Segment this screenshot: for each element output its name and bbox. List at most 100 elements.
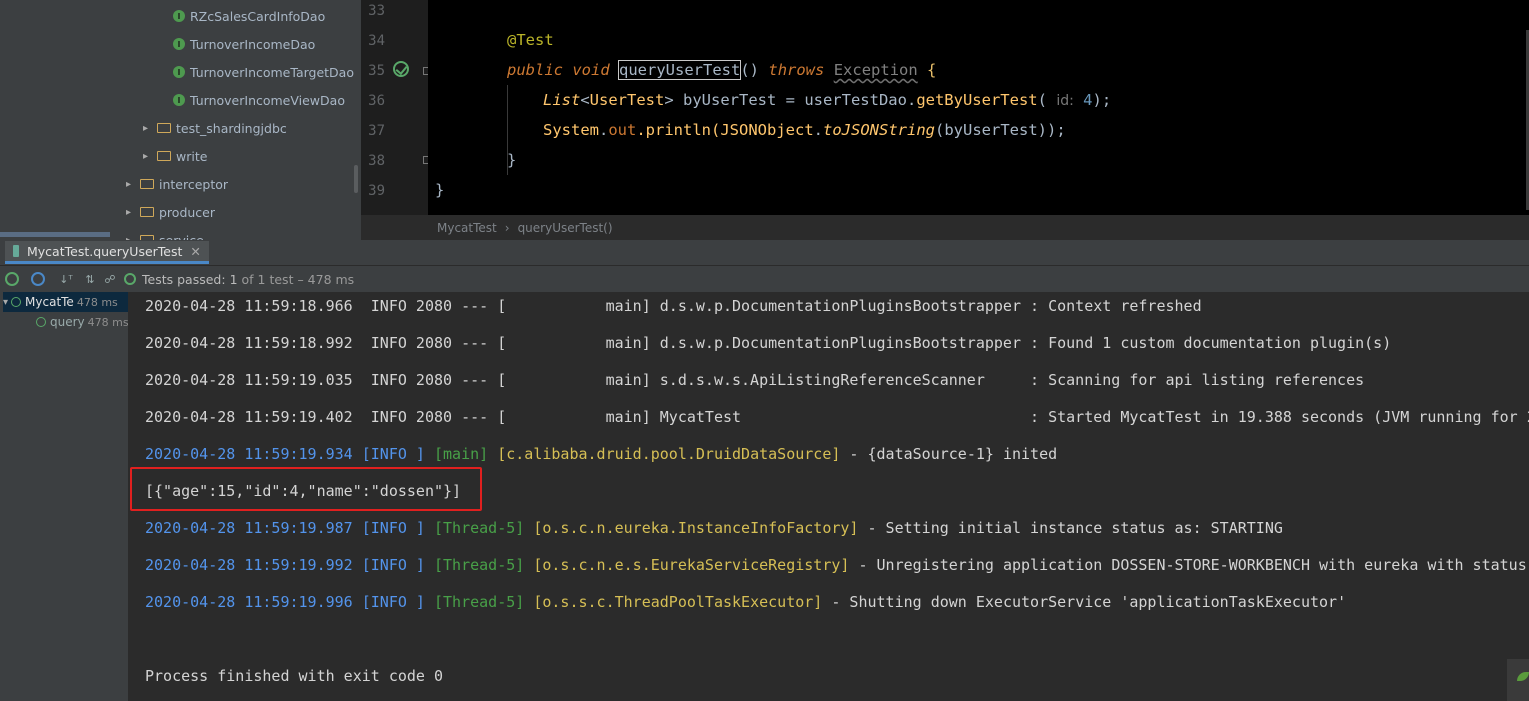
generic-type-token: UserTest <box>589 91 665 109</box>
test-root-duration: 478 ms <box>76 295 118 309</box>
code-token: (byUserTest)); <box>935 121 1066 139</box>
tree-item-label: TurnoverIncomeViewDao <box>190 92 345 108</box>
breadcrumb-method[interactable]: queryUserTest() <box>518 221 613 235</box>
tree-folder-write[interactable]: ▸ write <box>143 144 207 168</box>
param-hint: id: <box>1056 93 1074 109</box>
close-icon[interactable]: ✕ <box>190 244 200 259</box>
log-level: [INFO ] <box>361 445 425 463</box>
number-token: 4 <box>1083 91 1093 109</box>
method-call-token: .println( <box>636 121 721 139</box>
method-name-token: queryUserTest <box>618 60 742 80</box>
static-method-token: toJSONString <box>823 121 935 139</box>
log-time: 2020-04-28 11:59:19.996 <box>145 593 353 611</box>
paren-token: ( <box>1037 91 1047 109</box>
log-line: 2020-04-28 11:59:19.992 [INFO ] [Thread-… <box>145 556 1527 574</box>
tests-passed-count: 1 <box>229 271 238 287</box>
log-thread: [Thread-5] <box>434 519 525 537</box>
log-line: 2020-04-28 11:59:19.996 [INFO ] [Thread-… <box>145 593 1346 611</box>
log-level: [INFO ] <box>361 556 425 574</box>
passed-icon <box>36 317 46 327</box>
line-number: 39 <box>368 183 385 199</box>
log-logger: [o.s.c.n.eureka.InstanceInfoFactory] <box>533 519 859 537</box>
chevron-right-icon[interactable]: ▸ <box>126 179 138 190</box>
log-logger: [o.s.c.n.e.s.EurekaServiceRegistry] <box>533 556 850 574</box>
tree-item-turnoverincomeviewdao[interactable]: I TurnoverIncomeViewDao <box>173 88 345 112</box>
field-token: out <box>608 121 637 139</box>
tree-horizontal-scrollbar[interactable] <box>0 232 110 237</box>
tree-item-label: test_shardingjdbc <box>176 120 287 136</box>
test-tree-child[interactable]: query 478 ms <box>36 312 128 332</box>
log-message: - Setting initial instance status as: ST… <box>858 519 1283 537</box>
sort-alpha-icon[interactable]: ↓ᵀ <box>58 271 74 287</box>
chevron-right-icon[interactable]: ▸ <box>126 207 138 218</box>
brace-token: { <box>927 61 937 79</box>
test-child-label: query <box>50 315 85 329</box>
sort-duration-icon[interactable]: ⇅ <box>82 271 98 287</box>
folder-icon <box>140 207 154 217</box>
tree-folder-producer[interactable]: ▸ producer <box>126 200 215 224</box>
generic-open-token: < <box>580 91 590 109</box>
code-token: ); <box>1092 91 1112 109</box>
rerun-icon[interactable] <box>4 271 20 287</box>
tree-item-label: TurnoverIncomeTargetDao <box>190 64 354 80</box>
chevron-right-icon[interactable]: ▸ <box>143 151 155 162</box>
folder-icon <box>140 179 154 189</box>
breadcrumb-separator: › <box>504 220 510 235</box>
tree-folder-test-shardingjdbc[interactable]: ▸ test_shardingjdbc <box>143 116 287 140</box>
breadcrumb-class[interactable]: MycatTest <box>437 221 497 235</box>
keyword-token: throws <box>768 61 825 79</box>
tree-folder-interceptor[interactable]: ▸ interceptor <box>126 172 228 196</box>
log-line: 2020-04-28 11:59:18.992 INFO 2080 --- [ … <box>145 334 1392 352</box>
tree-item-turnoverincometargetdao[interactable]: I TurnoverIncomeTargetDao <box>173 60 354 84</box>
code-token: byUserTest = userTestDao. <box>673 91 917 109</box>
log-level: [INFO ] <box>361 593 425 611</box>
link-icon[interactable]: ☍ <box>102 271 118 287</box>
line-number: 33 <box>368 3 385 19</box>
log-line: 2020-04-28 11:59:19.934 [INFO ] [main] [… <box>145 445 1057 463</box>
annotation-token: @Test <box>507 31 554 49</box>
tree-item-label: RZcSalesCardInfoDao <box>190 8 326 24</box>
interface-icon: I <box>173 94 185 106</box>
paren-token: () <box>740 61 760 79</box>
log-logger: [o.s.s.c.ThreadPoolTaskExecutor] <box>533 593 823 611</box>
chevron-down-icon[interactable]: ▾ <box>3 297 8 308</box>
class-token: System <box>543 121 599 139</box>
test-tree-root[interactable]: ▾ MycatTe 478 ms <box>3 292 128 312</box>
log-message: - Shutting down ExecutorService 'applica… <box>822 593 1347 611</box>
stop-icon[interactable] <box>30 271 46 287</box>
generic-close-token: > <box>664 91 674 109</box>
log-thread: [Thread-5] <box>434 593 525 611</box>
highlight-box <box>130 467 482 511</box>
tree-item-label: TurnoverIncomeDao <box>190 36 316 52</box>
exception-token: Exception <box>833 61 918 79</box>
tree-folder-service[interactable]: ▸ service <box>126 228 204 240</box>
log-message: - {dataSource-1} inited <box>840 445 1058 463</box>
log-time: 2020-04-28 11:59:19.992 <box>145 556 353 574</box>
tree-item-label: interceptor <box>159 176 229 192</box>
dot-token: . <box>813 121 824 139</box>
chevron-right-icon[interactable]: ▸ <box>143 123 155 134</box>
interface-icon: I <box>173 66 185 78</box>
tree-item-turnoverincomedao[interactable]: I TurnoverIncomeDao <box>173 32 315 56</box>
code-line-38: } <box>507 151 517 169</box>
test-results-tree: ▾ MycatTe 478 ms query 478 ms <box>0 292 129 701</box>
code-line-34: @Test <box>507 31 554 49</box>
dot-token: . <box>599 121 609 139</box>
interface-icon: I <box>173 10 185 22</box>
method-call-token: getByUserTest <box>916 91 1038 109</box>
run-test-passed-icon[interactable] <box>393 61 409 77</box>
keyword-token: public <box>507 61 563 79</box>
log-line: 2020-04-28 11:59:18.966 INFO 2080 --- [ … <box>145 297 1202 315</box>
folder-icon <box>157 151 171 161</box>
tree-item-label: service <box>159 232 204 241</box>
tree-item-rzcsalescardinfodao[interactable]: I RZcSalesCardInfoDao <box>173 4 325 28</box>
code-line-39: } <box>435 181 445 199</box>
run-tool-tabs: MycatTest.queryUserTest ✕ <box>0 240 1529 266</box>
code-line-35: public void queryUserTest() throws Excep… <box>507 60 937 80</box>
line-number: 36 <box>368 93 385 109</box>
keyword-token: void <box>572 61 610 79</box>
log-level: [INFO ] <box>361 519 425 537</box>
line-number: 35 <box>368 63 385 79</box>
run-tab-mycattest[interactable]: MycatTest.queryUserTest ✕ <box>5 241 209 264</box>
tree-scrollbar[interactable] <box>354 165 358 193</box>
